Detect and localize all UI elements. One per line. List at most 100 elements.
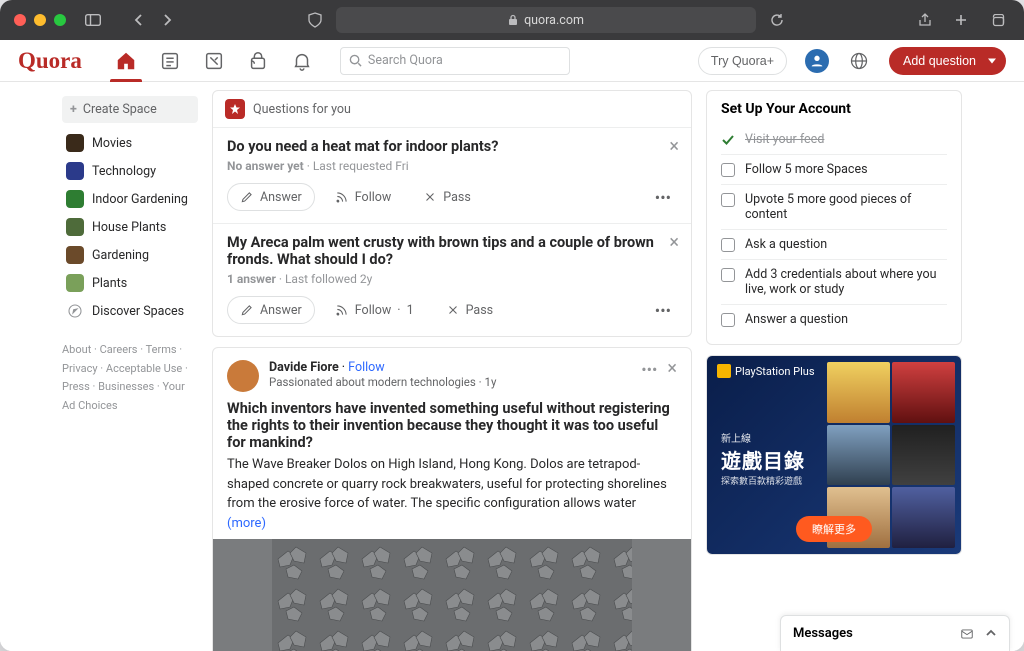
new-message-icon[interactable]	[959, 627, 975, 641]
setup-item[interactable]: Upvote 5 more good pieces of content	[721, 184, 947, 229]
language-icon[interactable]	[847, 49, 871, 73]
pencil-icon	[240, 190, 254, 204]
nav-answer-icon[interactable]	[192, 40, 236, 82]
setup-item[interactable]: Visit your feed	[721, 125, 947, 154]
footer-link[interactable]: Privacy	[62, 362, 98, 375]
rss-icon	[335, 303, 349, 317]
footer-link[interactable]: Acceptable Use	[106, 362, 182, 375]
tabs-icon[interactable]	[984, 9, 1010, 31]
expand-messages-icon[interactable]	[985, 627, 997, 641]
checkbox-icon	[721, 163, 735, 177]
messages-drawer[interactable]: Messages	[780, 615, 1010, 651]
sidebar-item-house-plants[interactable]: House Plants	[62, 213, 198, 241]
nav-notifications-icon[interactable]	[280, 40, 324, 82]
sidebar-toggle-icon[interactable]	[80, 9, 106, 31]
user-avatar[interactable]	[805, 49, 829, 73]
space-icon	[66, 134, 84, 152]
new-tab-icon[interactable]	[948, 9, 974, 31]
url-bar[interactable]: quora.com	[336, 7, 756, 33]
feed-column: Questions for you × Do you need a heat m…	[212, 90, 692, 651]
sidebar-item-gardening[interactable]: Gardening	[62, 241, 198, 269]
post-body: The Wave Breaker Dolos on High Island, H…	[213, 455, 691, 539]
post-image[interactable]	[213, 539, 691, 651]
read-more-link[interactable]: (more)	[227, 516, 266, 531]
rss-icon	[335, 190, 349, 204]
x-icon	[423, 190, 437, 204]
ad-cta-button[interactable]: 瞭解更多	[796, 516, 872, 542]
post-close-icon[interactable]: ×	[667, 360, 677, 392]
forward-button[interactable]	[154, 9, 180, 31]
follow-author-link[interactable]: Follow	[348, 360, 385, 375]
share-icon[interactable]	[912, 9, 938, 31]
more-menu-icon[interactable]: •••	[649, 297, 677, 324]
footer-link[interactable]: Businesses	[98, 380, 154, 393]
question-card-1: × My Areca palm went crusty with brown t…	[213, 224, 691, 336]
setup-item[interactable]: Answer a question	[721, 304, 947, 334]
nav-home-icon[interactable]	[104, 40, 148, 82]
setup-item[interactable]: Follow 5 more Spaces	[721, 154, 947, 184]
author-name[interactable]: Davide Fiore	[269, 360, 339, 375]
more-menu-icon[interactable]: •••	[649, 184, 677, 211]
lock-icon	[508, 14, 518, 26]
ad-banner[interactable]: PlayStation Plus 新上線 遊戲目錄 探索數百款精彩遊戲	[706, 355, 962, 555]
pencil-icon	[240, 303, 254, 317]
sidebar-item-movies[interactable]: Movies	[62, 129, 198, 157]
window-controls	[14, 14, 66, 26]
search-placeholder: Search Quora	[368, 53, 443, 68]
star-icon	[225, 99, 245, 119]
questions-for-you-header: Questions for you	[213, 91, 691, 128]
footer-link[interactable]: Terms	[146, 343, 177, 356]
space-icon	[66, 190, 84, 208]
answer-button[interactable]: Answer	[227, 183, 315, 211]
sidebar-item-discover-spaces[interactable]: Discover Spaces	[62, 297, 198, 325]
setup-item[interactable]: Ask a question	[721, 229, 947, 259]
sidebar-item-plants[interactable]: Plants	[62, 269, 198, 297]
sidebar-item-technology[interactable]: Technology	[62, 157, 198, 185]
footer-links: About · Careers · Terms · Privacy · Acce…	[62, 341, 198, 416]
setup-item[interactable]: Add 3 credentials about where you live, …	[721, 259, 947, 304]
question-title[interactable]: My Areca palm went crusty with brown tip…	[227, 234, 677, 268]
minimize-window[interactable]	[34, 14, 46, 26]
quora-logo[interactable]: Quora	[18, 48, 82, 74]
nav-following-icon[interactable]	[148, 40, 192, 82]
answer-button[interactable]: Answer	[227, 296, 315, 324]
search-input[interactable]: Search Quora	[340, 47, 570, 75]
checkmark-icon	[721, 133, 735, 147]
pass-button[interactable]: Pass	[411, 183, 483, 211]
space-icon	[66, 246, 84, 264]
privacy-shield-icon[interactable]	[302, 12, 328, 28]
try-quora-plus-button[interactable]: Try Quora+	[698, 47, 787, 75]
sidebar-item-indoor-gardening[interactable]: Indoor Gardening	[62, 185, 198, 213]
post-more-icon[interactable]: •••	[641, 360, 657, 392]
footer-link[interactable]: About	[62, 343, 91, 356]
browser-titlebar: quora.com	[0, 0, 1024, 40]
checkbox-icon	[721, 268, 735, 282]
follow-button[interactable]: Follow	[323, 183, 404, 211]
follow-button[interactable]: Follow · 1	[323, 296, 426, 324]
post-card: Davide Fiore · Follow Passionated about …	[212, 347, 692, 651]
site-header: Quora Search Quora Try Quora+ Add questi…	[0, 40, 1024, 82]
add-question-button[interactable]: Add question	[889, 47, 1006, 75]
compass-icon	[66, 302, 84, 320]
setup-title: Set Up Your Account	[721, 101, 947, 117]
plus-icon: +	[70, 102, 77, 117]
footer-link[interactable]: Press	[62, 380, 90, 393]
create-space-button[interactable]: + Create Space	[62, 96, 198, 123]
footer-link[interactable]: Careers	[100, 343, 138, 356]
setup-account-card: Set Up Your Account Visit your feedFollo…	[706, 90, 962, 345]
maximize-window[interactable]	[54, 14, 66, 26]
dismiss-question-1[interactable]: ×	[669, 234, 679, 252]
checkbox-icon	[721, 313, 735, 327]
reload-icon[interactable]	[764, 9, 790, 31]
dismiss-question-0[interactable]: ×	[669, 138, 679, 156]
question-title[interactable]: Do you need a heat mat for indoor plants…	[227, 138, 677, 155]
close-window[interactable]	[14, 14, 26, 26]
nav-spaces-icon[interactable]	[236, 40, 280, 82]
space-icon	[66, 274, 84, 292]
author-avatar[interactable]	[227, 360, 259, 392]
pass-button[interactable]: Pass	[434, 296, 506, 324]
right-sidebar: Set Up Your Account Visit your feedFollo…	[706, 90, 962, 651]
post-title[interactable]: Which inventors have invented something …	[213, 392, 691, 455]
space-icon	[66, 218, 84, 236]
back-button[interactable]	[126, 9, 152, 31]
